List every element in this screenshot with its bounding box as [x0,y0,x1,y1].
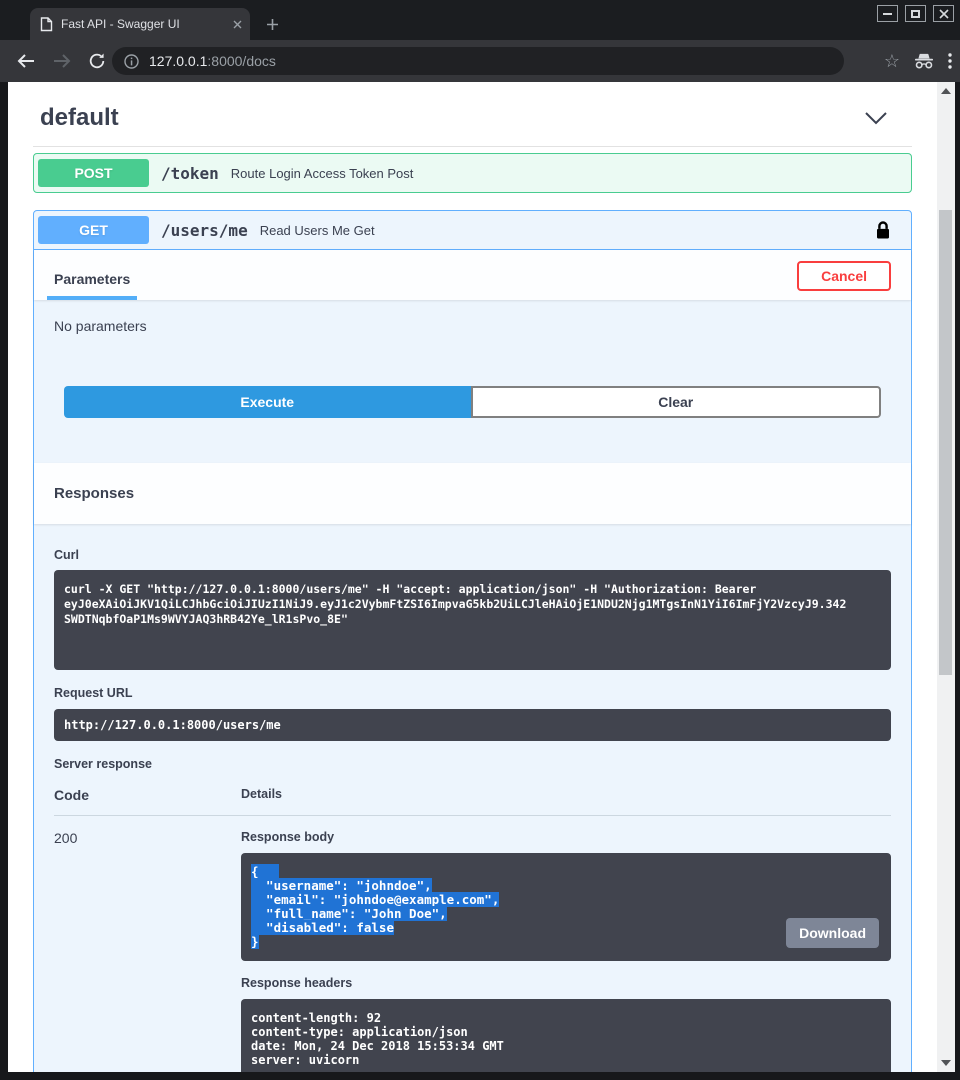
status-code: 200 [54,830,241,846]
bookmark-star-icon[interactable]: ☆ [884,52,900,70]
endpoint-path: /users/me [161,221,248,240]
curl-command[interactable]: curl -X GET "http://127.0.0.1:8000/users… [54,570,891,670]
reload-icon[interactable] [88,52,106,70]
response-headers: content-length: 92 content-type: applica… [241,999,891,1072]
cancel-button[interactable]: Cancel [797,261,891,291]
response-body-label: Response body [241,830,891,844]
table-row: 200 Response body { "username": "johndoe… [54,816,891,1072]
page-content: default POST /token Route Login Access T… [8,82,937,1072]
api-section-header[interactable]: default [33,92,912,147]
server-response-label: Server response [54,757,891,771]
page-scrollbar[interactable] [937,82,955,1072]
page-favicon-icon [40,17,53,32]
browser-menu-icon[interactable] [948,53,952,69]
responses-section-header: Responses [34,463,911,524]
new-tab-icon[interactable] [262,14,282,34]
execute-button[interactable]: Execute [64,386,471,418]
endpoint-summary: Read Users Me Get [260,223,375,238]
scroll-up-icon[interactable] [941,88,951,94]
download-button[interactable]: Download [786,918,879,948]
tab-title: Fast API - Swagger UI [61,17,225,31]
endpoint-path: /token [161,164,219,183]
request-url-label: Request URL [54,686,891,700]
browser-tab[interactable]: Fast API - Swagger UI [30,8,250,40]
response-headers-label: Response headers [241,976,891,990]
endpoint-summary: Route Login Access Token Post [231,166,414,181]
endpoint-get-users-me: GET /users/me Read Users Me Get Paramete… [33,210,912,1072]
scrollbar-thumb[interactable] [939,210,952,675]
chevron-down-icon[interactable] [865,112,887,125]
code-column-header: Code [54,787,241,803]
no-parameters-text: No parameters [54,318,891,334]
window-maximize-icon[interactable] [905,5,926,22]
site-info-icon[interactable] [124,54,139,69]
response-body[interactable]: { "username": "johndoe", "email": "johnd… [241,853,891,961]
server-response-table-header: Code Details [54,787,891,816]
url-text: 127.0.0.1:8000/docs [149,53,276,69]
forward-icon[interactable] [52,52,72,70]
get-method-button[interactable]: GET [38,216,149,244]
clear-button[interactable]: Clear [471,386,882,418]
request-url: http://127.0.0.1:8000/users/me [54,709,891,741]
post-method-button[interactable]: POST [38,159,149,187]
endpoint-header[interactable]: GET /users/me Read Users Me Get [34,211,911,250]
scroll-down-icon[interactable] [941,1060,951,1066]
window-close-icon[interactable] [933,5,954,22]
tab-parameters[interactable]: Parameters [47,271,137,300]
address-bar[interactable]: 127.0.0.1:8000/docs [112,47,844,75]
section-title: default [40,104,119,132]
browser-titlebar: Fast API - Swagger UI [0,0,960,40]
back-icon[interactable] [16,52,36,70]
incognito-icon [914,53,934,69]
curl-label: Curl [54,548,891,562]
auth-lock-icon[interactable] [875,220,891,241]
tab-close-icon[interactable] [233,20,242,29]
endpoint-post-token[interactable]: POST /token Route Login Access Token Pos… [33,153,912,193]
details-column-header: Details [241,787,282,803]
window-minimize-icon[interactable] [877,5,898,22]
